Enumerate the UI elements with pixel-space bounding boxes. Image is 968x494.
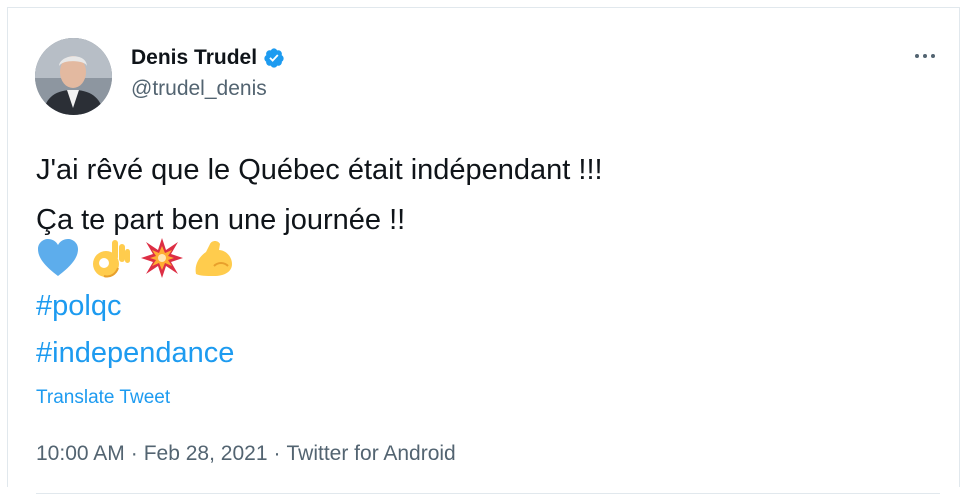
tweet-date[interactable]: Feb 28, 2021 [144, 442, 268, 466]
author-name-row: Denis Trudel [131, 46, 285, 70]
verified-badge-icon [263, 47, 285, 69]
meta-separator: · [273, 442, 281, 465]
flexed-biceps-icon [192, 236, 236, 280]
more-dot-icon [923, 54, 927, 58]
tweet-card: Denis Trudel @trudel_denis J'ai rêvé que… [7, 7, 960, 494]
author-handle[interactable]: @trudel_denis [131, 77, 267, 101]
translate-tweet-link[interactable]: Translate Tweet [36, 387, 170, 409]
tweet-source[interactable]: Twitter for Android [287, 442, 456, 466]
tweet-time[interactable]: 10:00 AM [36, 442, 125, 466]
more-dot-icon [915, 54, 919, 58]
emoji-row [36, 236, 236, 280]
tweet-meta: 10:00 AM · Feb 28, 2021 · Twitter for An… [36, 442, 456, 466]
author-display-name[interactable]: Denis Trudel [131, 46, 257, 70]
collision-icon [140, 236, 184, 280]
hashtag-link[interactable]: #independance [36, 337, 234, 370]
avatar[interactable] [35, 38, 112, 115]
blue-heart-icon [36, 236, 80, 280]
meta-separator: · [130, 442, 138, 465]
more-options-button[interactable] [908, 44, 942, 68]
more-dot-icon [931, 54, 935, 58]
tweet-text-line: J'ai rêvé que le Québec était indépendan… [36, 154, 603, 186]
ok-hand-icon [88, 236, 132, 280]
tweet-text: J'ai rêvé que le Québec était indépendan… [36, 145, 603, 245]
hashtag-link[interactable]: #polqc [36, 290, 121, 323]
